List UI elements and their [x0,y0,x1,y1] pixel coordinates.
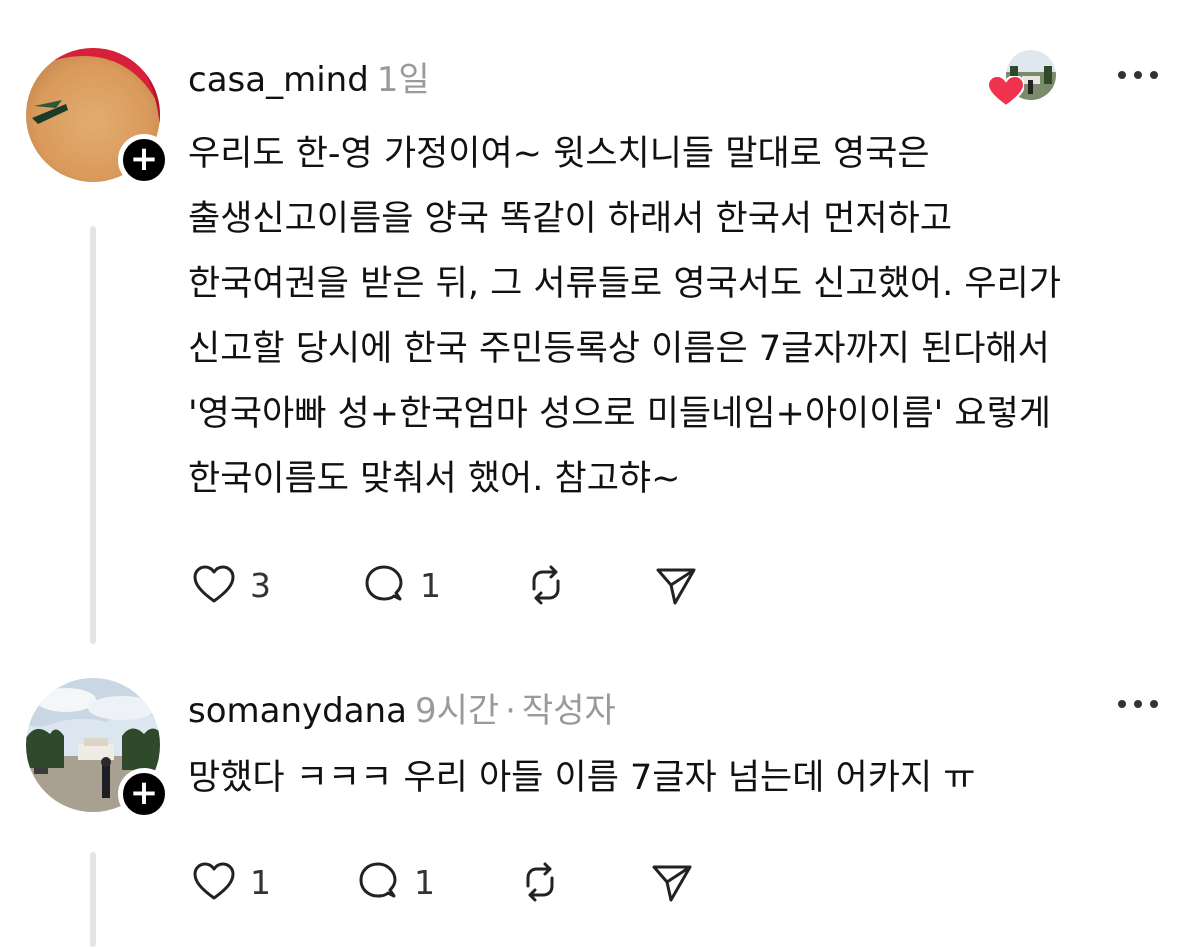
action-bar: 3 1 [192,563,698,607]
thread-line [90,852,96,947]
speech-bubble-icon [365,565,403,601]
more-options-button[interactable] [1118,71,1158,79]
more-horizontal-icon [1118,71,1126,79]
follow-plus-button[interactable]: + [118,134,170,186]
post-line: 신고할 당시에 한국 주민등록상 이름은 7글자까지 된다해서 [188,329,1050,369]
post-header: casa_mind 1일 [188,52,430,101]
reply-button[interactable]: 1 [362,563,524,607]
post-body: 망했다 ㅋㅋㅋ 우리 아들 이름 7글자 넘는데 어카지 ㅠ [188,746,1178,811]
like-count: 1 [250,862,271,902]
follow-plus-button[interactable]: + [118,768,170,820]
meta-separator: · [505,691,516,731]
post-line: 한국여권을 받은 뒤, 그 서류들로 영국서도 신고했어. 우리가 [188,264,1061,304]
post-body: 우리도 한-영 가정이여~ 윗스치니들 말대로 영국은 출생신고이름을 양국 똑… [188,122,1178,512]
like-count: 3 [250,565,271,605]
repost-arrows-icon [532,565,560,605]
author-badge: 작성자 [521,691,616,731]
repost-button[interactable] [518,860,650,904]
post-line: 출생신고이름을 양국 똑같이 하래서 한국서 먼저하고 [188,199,953,239]
post-line: 우리도 한-영 가정이여~ 윗스치니들 말대로 영국은 [188,134,930,174]
like-button[interactable]: 3 [192,563,362,607]
heart-filled-icon [988,76,1024,108]
share-button[interactable] [650,860,694,904]
thread-line [90,226,96,644]
timestamp: 9시간 [414,691,500,731]
post-header: somanydana 9시간 · 작성자 [188,683,616,732]
username[interactable]: somanydana [188,691,407,731]
heart-outline-icon [193,565,235,603]
post-line: 한국이름도 맞춰서 했어. 참고햐~ [188,459,681,499]
reply-post: + casa_mind 1일 우리도 한-영 가정이여~ 윗스치니들 말대로 영국… [0,0,1200,650]
username[interactable]: casa_mind [188,60,369,100]
reply-button[interactable]: 1 [356,860,518,904]
like-button[interactable]: 1 [192,860,356,904]
reply-count: 1 [420,565,441,605]
share-button[interactable] [654,563,698,607]
repost-arrows-icon [526,862,554,902]
post-line: 망했다 ㅋㅋㅋ 우리 아들 이름 7글자 넘는데 어카지 ㅠ [188,758,976,798]
timestamp: 1일 [376,60,430,100]
paper-plane-icon [652,865,692,902]
reply-count: 1 [414,862,435,902]
paper-plane-icon [656,568,696,605]
action-bar: 1 1 [192,860,694,904]
more-horizontal-icon [1118,700,1126,708]
heart-outline-icon [193,862,235,900]
post-line: '영국아빠 성+한국엄마 성으로 미들네임+아이이름' 요렇게 [188,394,1051,434]
repost-button[interactable] [524,563,654,607]
more-options-button[interactable] [1118,700,1158,708]
speech-bubble-icon [359,862,397,898]
